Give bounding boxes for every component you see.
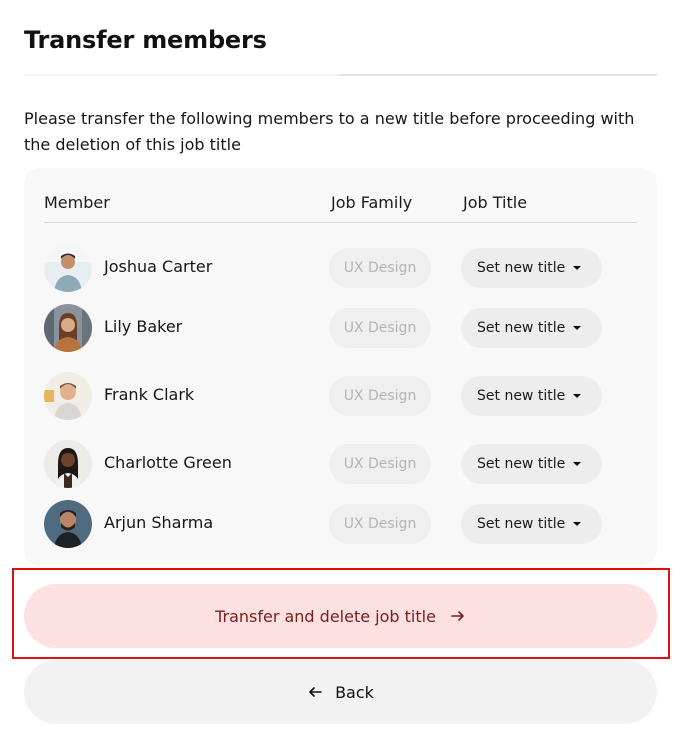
chevron-down-icon xyxy=(573,522,581,526)
member-name: Frank Clark xyxy=(104,385,195,404)
avatar xyxy=(44,500,92,548)
back-label: Back xyxy=(335,682,374,702)
job-title-dropdown-label: Set new title xyxy=(477,260,566,276)
table-header-divider xyxy=(44,222,637,223)
header-divider-highlight xyxy=(24,74,340,76)
job-title-dropdown[interactable]: Set new title xyxy=(461,248,602,288)
job-title-dropdown-label: Set new title xyxy=(477,456,566,472)
job-title-dropdown-label: Set new title xyxy=(477,320,566,336)
table-row: Charlotte Green UX Design Set new title xyxy=(44,440,637,488)
member-name: Charlotte Green xyxy=(104,453,232,472)
member-name: Lily Baker xyxy=(104,317,183,336)
chevron-down-icon xyxy=(573,462,581,466)
job-title-dropdown[interactable]: Set new title xyxy=(461,308,602,348)
member-name: Arjun Sharma xyxy=(104,513,214,532)
instructions-text: Please transfer the following members to… xyxy=(24,109,635,154)
job-title-dropdown-label: Set new title xyxy=(477,388,566,404)
job-family-pill: UX Design xyxy=(329,376,431,416)
avatar xyxy=(44,304,92,352)
transfer-and-delete-label: Transfer and delete job title xyxy=(215,606,436,626)
column-header-job-title: Job Title xyxy=(463,193,528,212)
job-family-pill: UX Design xyxy=(329,308,431,348)
chevron-down-icon xyxy=(573,326,581,330)
column-header-member: Member xyxy=(44,193,110,212)
page-title: Transfer members xyxy=(24,26,267,54)
job-family-pill: UX Design xyxy=(329,504,431,544)
arrow-left-icon xyxy=(307,684,323,700)
avatar xyxy=(44,372,92,420)
transfer-and-delete-button[interactable]: Transfer and delete job title xyxy=(24,584,657,648)
avatar xyxy=(44,440,92,488)
job-title-dropdown[interactable]: Set new title xyxy=(461,504,602,544)
back-button[interactable]: Back xyxy=(24,660,657,724)
table-row: Frank Clark UX Design Set new title xyxy=(44,372,637,420)
chevron-down-icon xyxy=(573,394,581,398)
chevron-down-icon xyxy=(573,266,581,270)
arrow-right-icon xyxy=(450,608,466,624)
avatar xyxy=(44,244,92,292)
job-title-dropdown-label: Set new title xyxy=(477,516,566,532)
table-row: Joshua Carter UX Design Set new title xyxy=(44,244,637,292)
member-name: Joshua Carter xyxy=(104,257,213,276)
table-row: Lily Baker UX Design Set new title xyxy=(44,304,637,352)
job-family-pill: UX Design xyxy=(329,248,431,288)
table-row: Arjun Sharma UX Design Set new title xyxy=(44,500,637,548)
job-title-dropdown[interactable]: Set new title xyxy=(461,376,602,416)
job-family-pill: UX Design xyxy=(329,444,431,484)
column-header-job-family: Job Family xyxy=(331,193,413,212)
job-title-dropdown[interactable]: Set new title xyxy=(461,444,602,484)
